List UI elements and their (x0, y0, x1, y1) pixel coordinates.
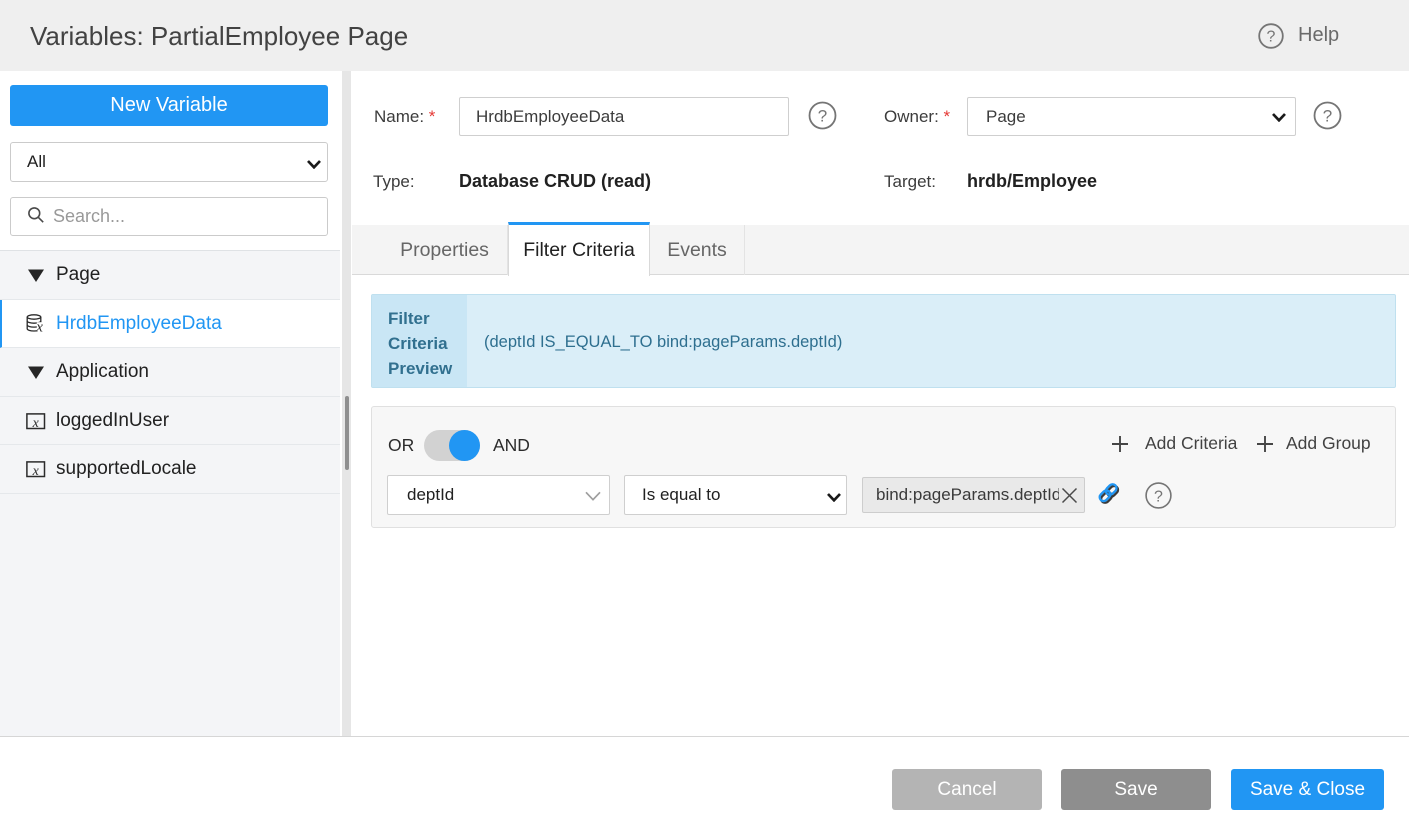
svg-text:?: ? (818, 107, 827, 126)
svg-text:?: ? (1267, 29, 1276, 46)
svg-text:?: ? (1154, 488, 1163, 505)
svg-text:x: x (32, 464, 40, 478)
svg-text:?: ? (1323, 107, 1332, 126)
svg-text:x: x (32, 416, 40, 430)
svg-text:x: x (35, 319, 43, 333)
